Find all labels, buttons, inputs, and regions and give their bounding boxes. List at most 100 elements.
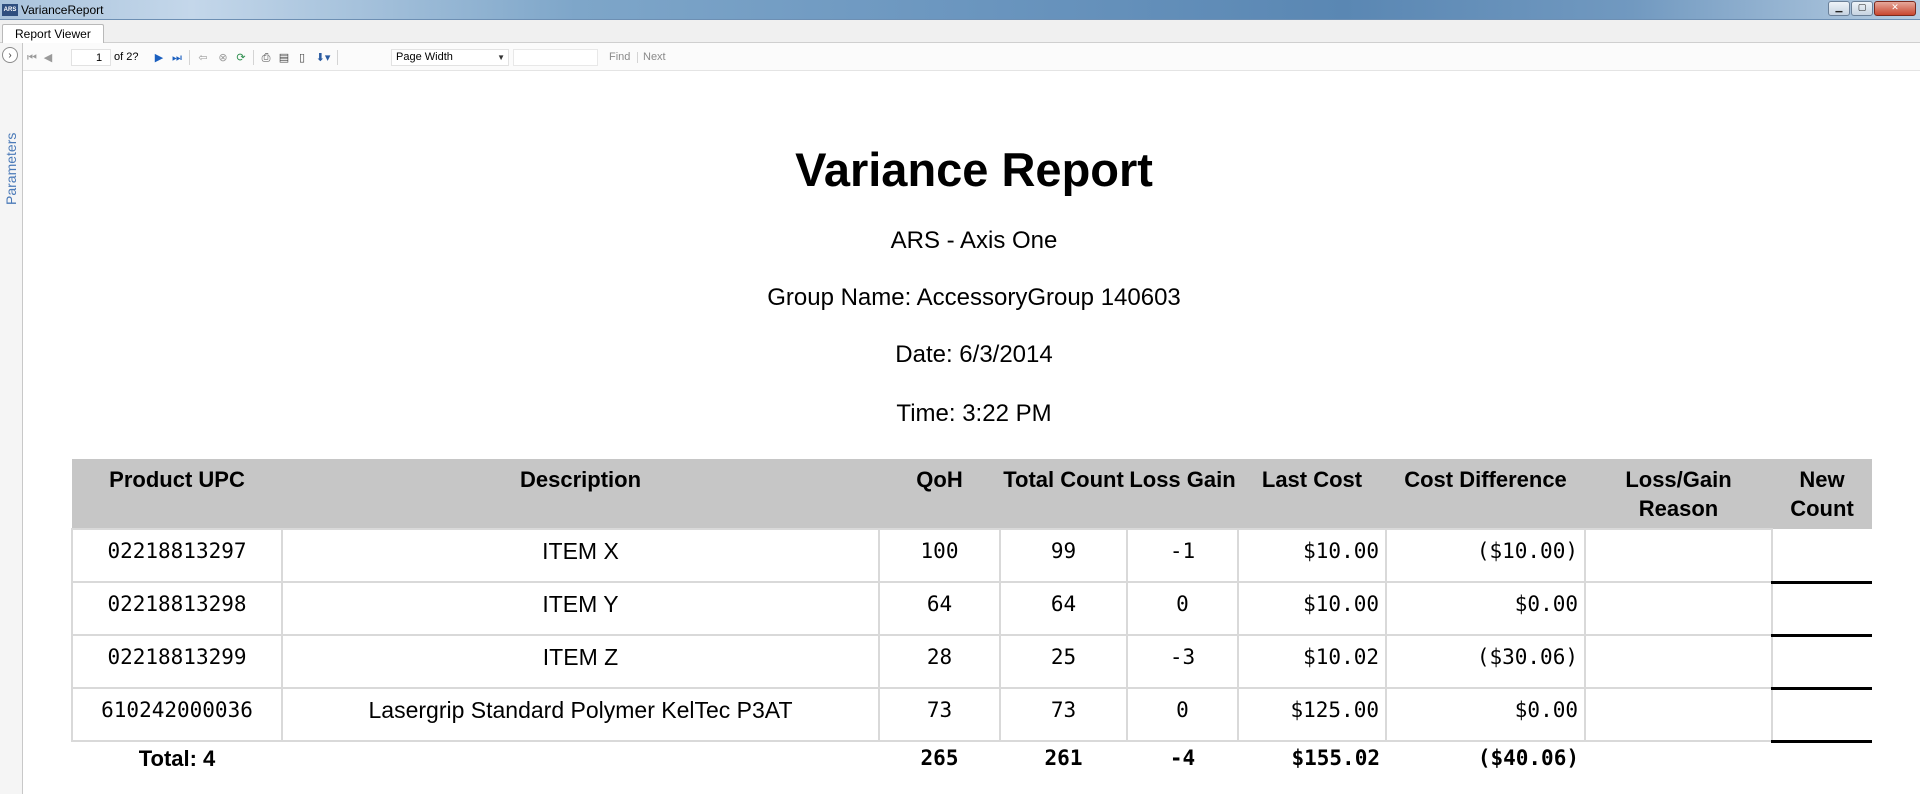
total-description-cell (282, 741, 879, 781)
reason-cell (1584, 581, 1773, 636)
total-reason-cell (1585, 741, 1772, 781)
minimize-icon: ▁ (1835, 3, 1843, 13)
column-header-description[interactable]: Description (282, 459, 879, 529)
loss-gain-cell: 0 (1126, 581, 1239, 636)
app-icon: ARS (2, 4, 18, 16)
window-title-bar[interactable]: ARS VarianceReport ▁ ▢ ✕ (0, 0, 1920, 20)
print-icon[interactable]: ⎙ (259, 50, 273, 65)
report-date: Date: 6/3/2014 (895, 341, 1053, 368)
find-next-button[interactable]: Next (643, 51, 666, 63)
find-button[interactable]: Find (609, 51, 630, 63)
minimize-button[interactable]: ▁ (1828, 1, 1850, 16)
chevron-right-icon: › (8, 49, 12, 61)
loss-gain-cell: -3 (1126, 634, 1239, 689)
new-count-cell (1772, 635, 1872, 690)
column-header-reason[interactable]: Loss/Gain Reason (1585, 459, 1772, 529)
last-cost-cell: $125.00 (1237, 687, 1387, 742)
upc-cell: 02218813299 (71, 634, 283, 689)
new-count-cell (1772, 582, 1872, 637)
column-header-new-count[interactable]: New Count (1772, 459, 1872, 529)
chevron-down-icon: ▼ (497, 53, 505, 62)
close-button[interactable]: ✕ (1874, 1, 1916, 16)
group-name: Group Name: AccessoryGroup 140603 (767, 284, 1181, 311)
tab-strip: Report Viewer (0, 20, 1920, 43)
find-input[interactable] (513, 49, 598, 66)
table-row: 02218813298 ITEM Y 64 64 0 $10.00 $0.00 (71, 581, 1872, 637)
variance-table: Product UPC Description QoH Total Count … (71, 459, 1872, 781)
column-header-total-count[interactable]: Total Count (1000, 459, 1127, 529)
refresh-icon[interactable]: ⟳ (234, 50, 248, 65)
toolbar-separator (337, 50, 338, 65)
page-setup-icon[interactable]: ▯ (295, 50, 309, 65)
zoom-value: Page Width (396, 51, 453, 63)
upc-cell: 02218813297 (71, 528, 283, 583)
parameters-label[interactable]: Parameters (3, 133, 19, 205)
reason-cell (1584, 687, 1773, 742)
column-header-qoh[interactable]: QoH (879, 459, 1000, 529)
total-new-count-cell (1772, 741, 1872, 781)
previous-page-icon[interactable]: ◀ (41, 50, 55, 65)
window-controls: ▁ ▢ ✕ (1828, 1, 1916, 16)
qoh-cell: 100 (878, 528, 1001, 583)
close-icon: ✕ (1891, 3, 1899, 13)
new-count-cell (1772, 529, 1872, 584)
total-count-cell: 99 (999, 528, 1128, 583)
description-cell: ITEM X (281, 528, 880, 583)
upc-cell: 610242000036 (71, 687, 283, 742)
report-time: Time: 3:22 PM (896, 400, 1052, 427)
total-label: Total: 4 (138, 746, 216, 771)
report-page: Variance Report ARS - Axis One Group Nam… (24, 72, 1920, 794)
next-page-icon[interactable]: ▶ (152, 50, 166, 65)
total-count: 261 (1044, 746, 1083, 770)
loss-gain-cell: 0 (1126, 687, 1239, 742)
description-cell: ITEM Z (281, 634, 880, 689)
zoom-select[interactable]: Page Width ▼ (391, 49, 509, 66)
maximize-button[interactable]: ▢ (1851, 1, 1873, 16)
last-cost-cell: $10.02 (1237, 634, 1387, 689)
reason-cell (1584, 634, 1773, 689)
cost-difference-cell: $0.00 (1385, 581, 1586, 636)
column-header-loss-gain[interactable]: Loss Gain (1127, 459, 1238, 529)
export-icon[interactable]: ⬇▾ (313, 50, 333, 65)
last-page-icon[interactable]: ⏭ (170, 50, 184, 65)
table-header-row: Product UPC Description QoH Total Count … (72, 459, 1872, 529)
total-qoh: 265 (920, 746, 959, 770)
totals-row: Total: 4 265 261 -4 $155.02 ($40.06) (72, 741, 1872, 781)
first-page-icon[interactable]: ⏮ (25, 50, 39, 65)
qoh-cell: 28 (878, 634, 1001, 689)
last-cost-cell: $10.00 (1237, 528, 1387, 583)
table-row: 02218813299 ITEM Z 28 25 -3 $10.02 ($30.… (71, 634, 1872, 690)
back-icon[interactable]: ⇦ (196, 50, 210, 65)
last-cost-cell: $10.00 (1237, 581, 1387, 636)
expand-parameters-button[interactable]: › (2, 47, 18, 63)
total-count-cell: 64 (999, 581, 1128, 636)
qoh-cell: 64 (878, 581, 1001, 636)
company-name: ARS - Axis One (890, 227, 1058, 254)
new-count-cell (1772, 688, 1872, 743)
description-cell: Lasergrip Standard Polymer KelTec P3AT (281, 687, 880, 742)
upc-cell: 02218813298 (71, 581, 283, 636)
column-header-upc[interactable]: Product UPC (72, 459, 282, 529)
toolbar-separator (253, 50, 254, 65)
print-layout-icon[interactable]: ▤ (277, 50, 291, 65)
tab-report-viewer[interactable]: Report Viewer (2, 24, 104, 43)
page-number-input[interactable] (71, 49, 111, 66)
report-title: Variance Report (795, 143, 1153, 196)
table-row: 610242000036 Lasergrip Standard Polymer … (71, 687, 1872, 743)
qoh-cell: 73 (878, 687, 1001, 742)
parameters-pane: › Parameters (0, 43, 23, 794)
total-last-cost: $155.02 (1291, 746, 1380, 770)
total-cost-difference: ($40.06) (1477, 746, 1579, 770)
maximize-icon: ▢ (1857, 3, 1867, 13)
window-title: VarianceReport (21, 3, 104, 17)
cost-difference-cell: ($10.00) (1385, 528, 1586, 583)
description-cell: ITEM Y (281, 581, 880, 636)
column-header-last-cost[interactable]: Last Cost (1238, 459, 1386, 529)
stop-icon[interactable]: ⊗ (216, 50, 230, 65)
cost-difference-cell: ($30.06) (1385, 634, 1586, 689)
column-header-cost-difference[interactable]: Cost Difference (1386, 459, 1585, 529)
total-count-cell: 25 (999, 634, 1128, 689)
loss-gain-cell: -1 (1126, 528, 1239, 583)
total-loss-gain: -4 (1169, 746, 1196, 770)
toolbar-separator (637, 52, 638, 63)
